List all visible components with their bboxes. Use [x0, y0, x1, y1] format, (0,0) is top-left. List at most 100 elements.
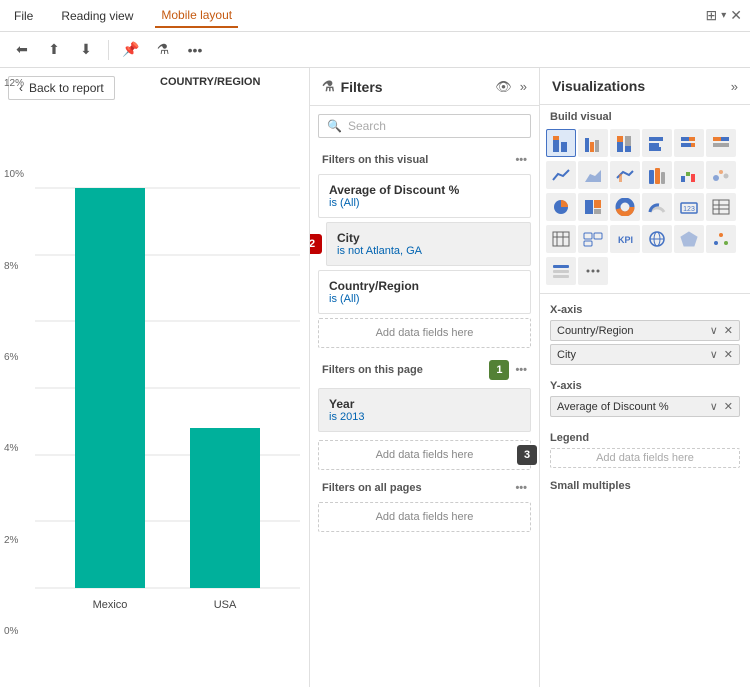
filter-discount[interactable]: Average of Discount % is (All) [318, 174, 531, 218]
viz-icon-kpi[interactable]: KPI [610, 225, 640, 253]
filter-year[interactable]: Year is 2013 [318, 388, 531, 432]
badge-2: 2 [310, 234, 322, 254]
viz-icon-horiz-100[interactable] [706, 129, 736, 157]
viz-icon-gauge[interactable] [642, 193, 672, 221]
filter-city[interactable]: City is not Atlanta, GA [326, 222, 531, 266]
xaxis-city-expand[interactable]: ∨ [710, 348, 718, 361]
viz-icon-more[interactable] [578, 257, 608, 285]
chart-area: ‹ Back to report COUNTRY/REGION 0% 2% 4%… [0, 68, 310, 687]
viz-icon-line[interactable] [546, 161, 576, 189]
yaxis-discount-remove[interactable]: ✕ [724, 400, 733, 413]
y-label-8: 8% [4, 261, 31, 272]
viz-icon-100pct-bar[interactable] [610, 129, 640, 157]
svg-text:USA: USA [214, 599, 237, 611]
viz-icon-table[interactable] [706, 193, 736, 221]
viz-header: Visualizations » [540, 68, 750, 105]
add-data-page[interactable]: Add data fields here [318, 440, 531, 470]
build-visual-label: Build visual [540, 105, 750, 129]
y-label-0: 0% [4, 626, 31, 637]
xaxis-section: X-axis Country/Region ∨ ✕ City ∨ ✕ [540, 298, 750, 374]
filters-all-more[interactable]: ••• [515, 482, 527, 494]
y-label-6: 6% [4, 352, 31, 363]
main-layout: ‹ Back to report COUNTRY/REGION 0% 2% 4%… [0, 68, 750, 687]
toolbar-up[interactable]: ⬆ [40, 36, 68, 64]
top-icon-1[interactable]: ⊞ [706, 7, 718, 24]
menu-mobile-layout[interactable]: Mobile layout [155, 4, 238, 28]
filters-all-section: Filters on all pages ••• [310, 474, 539, 498]
xaxis-country[interactable]: Country/Region ∨ ✕ [550, 320, 740, 341]
viz-icon-horiz-bar[interactable] [642, 129, 672, 157]
filters-header-icons: 👁 » [495, 79, 527, 95]
filters-visual-more[interactable]: ••• [515, 154, 527, 166]
filters-header: ⚗ Filters 👁 » [310, 68, 539, 106]
toolbar-filter[interactable]: ⚗ [149, 36, 177, 64]
y-label-12: 12% [4, 78, 31, 89]
menu-reading-view[interactable]: Reading view [55, 5, 139, 27]
top-icon-2[interactable]: ✕ [730, 7, 742, 24]
country-region-label: COUNTRY/REGION [160, 76, 260, 88]
viz-icon-horiz-stacked[interactable] [674, 129, 704, 157]
viz-icon-custom[interactable] [706, 225, 736, 253]
search-icon: 🔍 [327, 119, 342, 133]
viz-icons-row-1 [540, 129, 750, 161]
yaxis-discount-icons: ∨ ✕ [710, 400, 733, 413]
y-label-4: 4% [4, 443, 31, 454]
viz-divider [540, 293, 750, 294]
viz-icon-matrix[interactable] [546, 225, 576, 253]
viz-icon-map[interactable] [642, 225, 672, 253]
viz-icon-slicer[interactable] [546, 257, 576, 285]
filter-country[interactable]: Country/Region is (All) [318, 270, 531, 314]
viz-icon-clustered-bar[interactable] [578, 129, 608, 157]
yaxis-discount-expand[interactable]: ∨ [710, 400, 718, 413]
yaxis-discount[interactable]: Average of Discount % ∨ ✕ [550, 396, 740, 417]
filters-page-section: Filters on this page 1 ••• [310, 352, 539, 384]
xaxis-city[interactable]: City ∨ ✕ [550, 344, 740, 365]
toolbar: ⬅ ⬆ ⬇ 📌 ⚗ ••• [0, 32, 750, 68]
svg-text:Mexico: Mexico [93, 599, 128, 611]
viz-icon-donut[interactable] [610, 193, 640, 221]
add-data-all[interactable]: Add data fields here [318, 502, 531, 532]
toolbar-back[interactable]: ⬅ [8, 36, 36, 64]
viz-icon-area[interactable] [578, 161, 608, 189]
legend-section: Legend Add data fields here [540, 426, 750, 474]
toolbar-pin[interactable]: 📌 [117, 36, 145, 64]
expand-icon[interactable]: » [520, 79, 527, 94]
svg-text:KPI: KPI [618, 235, 633, 245]
add-data-visual[interactable]: Add data fields here [318, 318, 531, 348]
viz-icon-waterfall[interactable] [674, 161, 704, 189]
viz-icon-stacked-bar[interactable] [546, 129, 576, 157]
viz-icon-treemap[interactable] [578, 193, 608, 221]
filters-title: ⚗ Filters [322, 78, 383, 95]
viz-icon-ribbon[interactable] [642, 161, 672, 189]
add-data-page-wrapper: Add data fields here 3 [310, 436, 539, 474]
top-chevron[interactable]: ▾ [721, 10, 726, 21]
viz-expand-icon[interactable]: » [731, 79, 738, 94]
viz-icon-card[interactable]: 123 [674, 193, 704, 221]
y-label-10: 10% [4, 169, 31, 180]
toolbar-more[interactable]: ••• [181, 36, 209, 64]
y-label-2: 2% [4, 535, 31, 546]
visibility-icon[interactable]: 👁 [495, 79, 512, 95]
search-input[interactable] [348, 119, 522, 133]
back-to-report-label: Back to report [29, 81, 104, 95]
viz-icon-scatter[interactable] [706, 161, 736, 189]
small-multiples-section: Small multiples [540, 474, 750, 502]
menu-file[interactable]: File [8, 5, 39, 27]
xaxis-city-remove[interactable]: ✕ [724, 348, 733, 361]
viz-icon-line-clustered[interactable] [610, 161, 640, 189]
viz-icon-filled-map[interactable] [674, 225, 704, 253]
viz-icon-multicard[interactable] [578, 225, 608, 253]
viz-panel: Visualizations » Build visual [540, 68, 750, 687]
xaxis-country-expand[interactable]: ∨ [710, 324, 718, 337]
viz-icons-row-2 [540, 161, 750, 193]
viz-icon-pie[interactable] [546, 193, 576, 221]
svg-text:123: 123 [683, 206, 695, 213]
toolbar-down[interactable]: ⬇ [72, 36, 100, 64]
filter-icon: ⚗ [322, 78, 335, 95]
xaxis-country-remove[interactable]: ✕ [724, 324, 733, 337]
filters-page-more[interactable]: ••• [515, 364, 527, 376]
legend-add-field[interactable]: Add data fields here [550, 448, 740, 468]
yaxis-section: Y-axis Average of Discount % ∨ ✕ [540, 374, 750, 426]
filter-city-wrapper: 2 City is not Atlanta, GA [310, 222, 539, 266]
xaxis-country-icons: ∨ ✕ [710, 324, 733, 337]
